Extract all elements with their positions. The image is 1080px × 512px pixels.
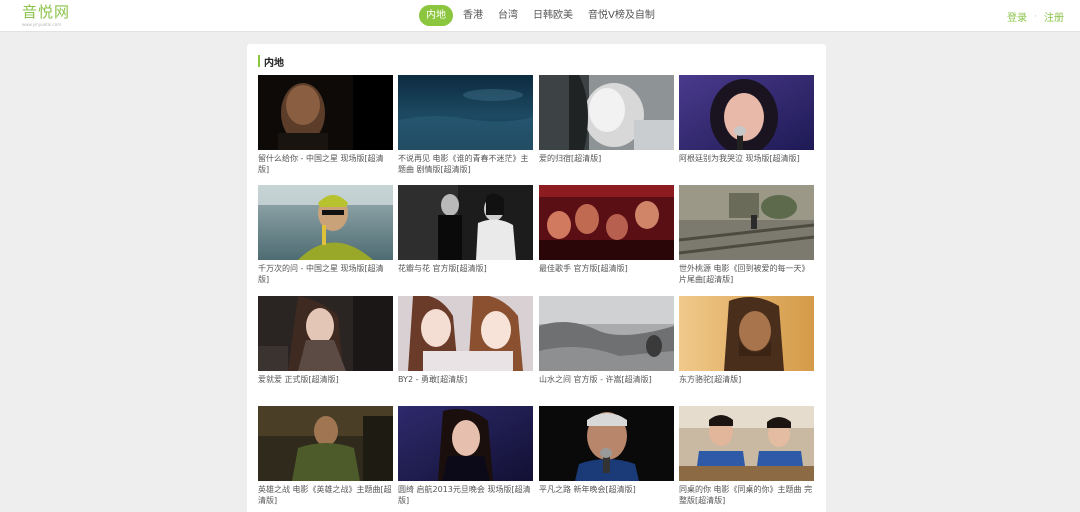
video-thumbnail[interactable] — [679, 75, 814, 150]
video-thumbnail[interactable] — [258, 406, 393, 481]
video-thumbnail[interactable] — [398, 406, 533, 481]
video-card[interactable]: BY2 - 勇敢[超清版] — [398, 296, 533, 397]
video-thumbnail[interactable] — [258, 185, 393, 260]
logo-text: 音悦网 — [22, 3, 71, 21]
video-thumbnail[interactable] — [679, 406, 814, 481]
video-title[interactable]: 圆绮 启航2013元旦晚会 现场版[超清版] — [398, 484, 533, 507]
video-title[interactable]: 千万次的问 - 中国之星 现场版[超清版] — [258, 263, 393, 286]
video-title[interactable]: 最佳歌手 官方版[超清版] — [539, 263, 674, 286]
section-header: 内地 — [258, 55, 284, 69]
video-title[interactable]: 爱就爱 正式版[超清版] — [258, 374, 393, 397]
site-logo[interactable]: 音悦网 www.yinyuetai.com — [22, 3, 70, 27]
video-thumbnail[interactable] — [679, 296, 814, 371]
video-card[interactable]: 千万次的问 - 中国之星 现场版[超清版] — [258, 185, 393, 286]
video-thumbnail[interactable] — [539, 75, 674, 150]
video-card[interactable]: 世外桃源 电影《回到被爱的每一天》片尾曲[超清版] — [679, 185, 814, 286]
video-card[interactable]: 平凡之路 新年晚会[超清版] — [539, 406, 674, 507]
section-title: 内地 — [264, 57, 284, 69]
video-thumbnail[interactable] — [258, 75, 393, 150]
region-nav: 内地 香港 台湾 日韩欧美 音悦V榜及自制 — [419, 5, 665, 26]
logo-subtitle: www.yinyuetai.com — [22, 22, 62, 27]
nav-tab-taiwan[interactable]: 台湾 — [493, 5, 523, 26]
video-thumbnail[interactable] — [539, 296, 674, 371]
video-card[interactable]: 爱的归宿[超清版] — [539, 75, 674, 176]
video-card[interactable]: 同桌的你 电影《同桌的你》主题曲 完整版[超清版] — [679, 406, 814, 507]
video-card[interactable]: 圆绮 启航2013元旦晚会 现场版[超清版] — [398, 406, 533, 507]
video-card[interactable]: 不说再见 电影《谁的青春不迷茫》主题曲 剧情版[超清版] — [398, 75, 533, 176]
video-thumbnail[interactable] — [679, 185, 814, 260]
video-title[interactable]: 阿根廷别为我哭泣 现场版[超清版] — [679, 153, 814, 176]
auth-separator: · — [1034, 11, 1037, 22]
nav-tab-vchart-original[interactable]: 音悦V榜及自制 — [583, 5, 660, 26]
login-link[interactable]: 登录 — [1007, 9, 1027, 24]
video-card[interactable]: 英雄之战 电影《英雄之战》主题曲[超清版] — [258, 406, 393, 507]
nav-tab-jpkr-western[interactable]: 日韩欧美 — [528, 5, 578, 26]
nav-tab-hongkong[interactable]: 香港 — [458, 5, 488, 26]
video-title[interactable]: 爱的归宿[超清版] — [539, 153, 674, 176]
video-thumbnail[interactable] — [398, 296, 533, 371]
video-card[interactable]: 东方骆驼[超清版] — [679, 296, 814, 397]
video-panel: 内地 留什么给你 - 中国之星 现场版[超清版] 不说再见 电影《谁的青春不迷茫》… — [247, 44, 826, 512]
video-card[interactable]: 山水之间 官方版 - 许嵩[超清版] — [539, 296, 674, 397]
register-link[interactable]: 注册 — [1044, 9, 1064, 24]
video-thumbnail[interactable] — [258, 296, 393, 371]
video-title[interactable]: 留什么给你 - 中国之星 现场版[超清版] — [258, 153, 393, 176]
nav-tab-mainland[interactable]: 内地 — [419, 5, 453, 26]
video-title[interactable]: 花瓣与花 官方版[超清版] — [398, 263, 533, 286]
video-card[interactable]: 最佳歌手 官方版[超清版] — [539, 185, 674, 286]
video-title[interactable]: 同桌的你 电影《同桌的你》主题曲 完整版[超清版] — [679, 484, 814, 507]
video-thumbnail[interactable] — [398, 75, 533, 150]
section-accent-bar — [258, 55, 260, 67]
video-title[interactable]: 东方骆驼[超清版] — [679, 374, 814, 397]
video-title[interactable]: BY2 - 勇敢[超清版] — [398, 374, 533, 397]
video-thumbnail[interactable] — [398, 185, 533, 260]
video-title[interactable]: 山水之间 官方版 - 许嵩[超清版] — [539, 374, 674, 397]
video-card[interactable]: 花瓣与花 官方版[超清版] — [398, 185, 533, 286]
auth-links: 登录 · 注册 — [1007, 9, 1064, 25]
video-title[interactable]: 平凡之路 新年晚会[超清版] — [539, 484, 674, 507]
video-card[interactable]: 留什么给你 - 中国之星 现场版[超清版] — [258, 75, 393, 176]
video-title[interactable]: 英雄之战 电影《英雄之战》主题曲[超清版] — [258, 484, 393, 507]
video-card[interactable]: 阿根廷别为我哭泣 现场版[超清版] — [679, 75, 814, 176]
video-card[interactable]: 爱就爱 正式版[超清版] — [258, 296, 393, 397]
video-title[interactable]: 世外桃源 电影《回到被爱的每一天》片尾曲[超清版] — [679, 263, 814, 286]
video-thumbnail[interactable] — [539, 406, 674, 481]
video-thumbnail[interactable] — [539, 185, 674, 260]
video-title[interactable]: 不说再见 电影《谁的青春不迷茫》主题曲 剧情版[超清版] — [398, 153, 533, 176]
top-bar: 音悦网 www.yinyuetai.com 内地 香港 台湾 日韩欧美 音悦V榜… — [0, 0, 1080, 32]
